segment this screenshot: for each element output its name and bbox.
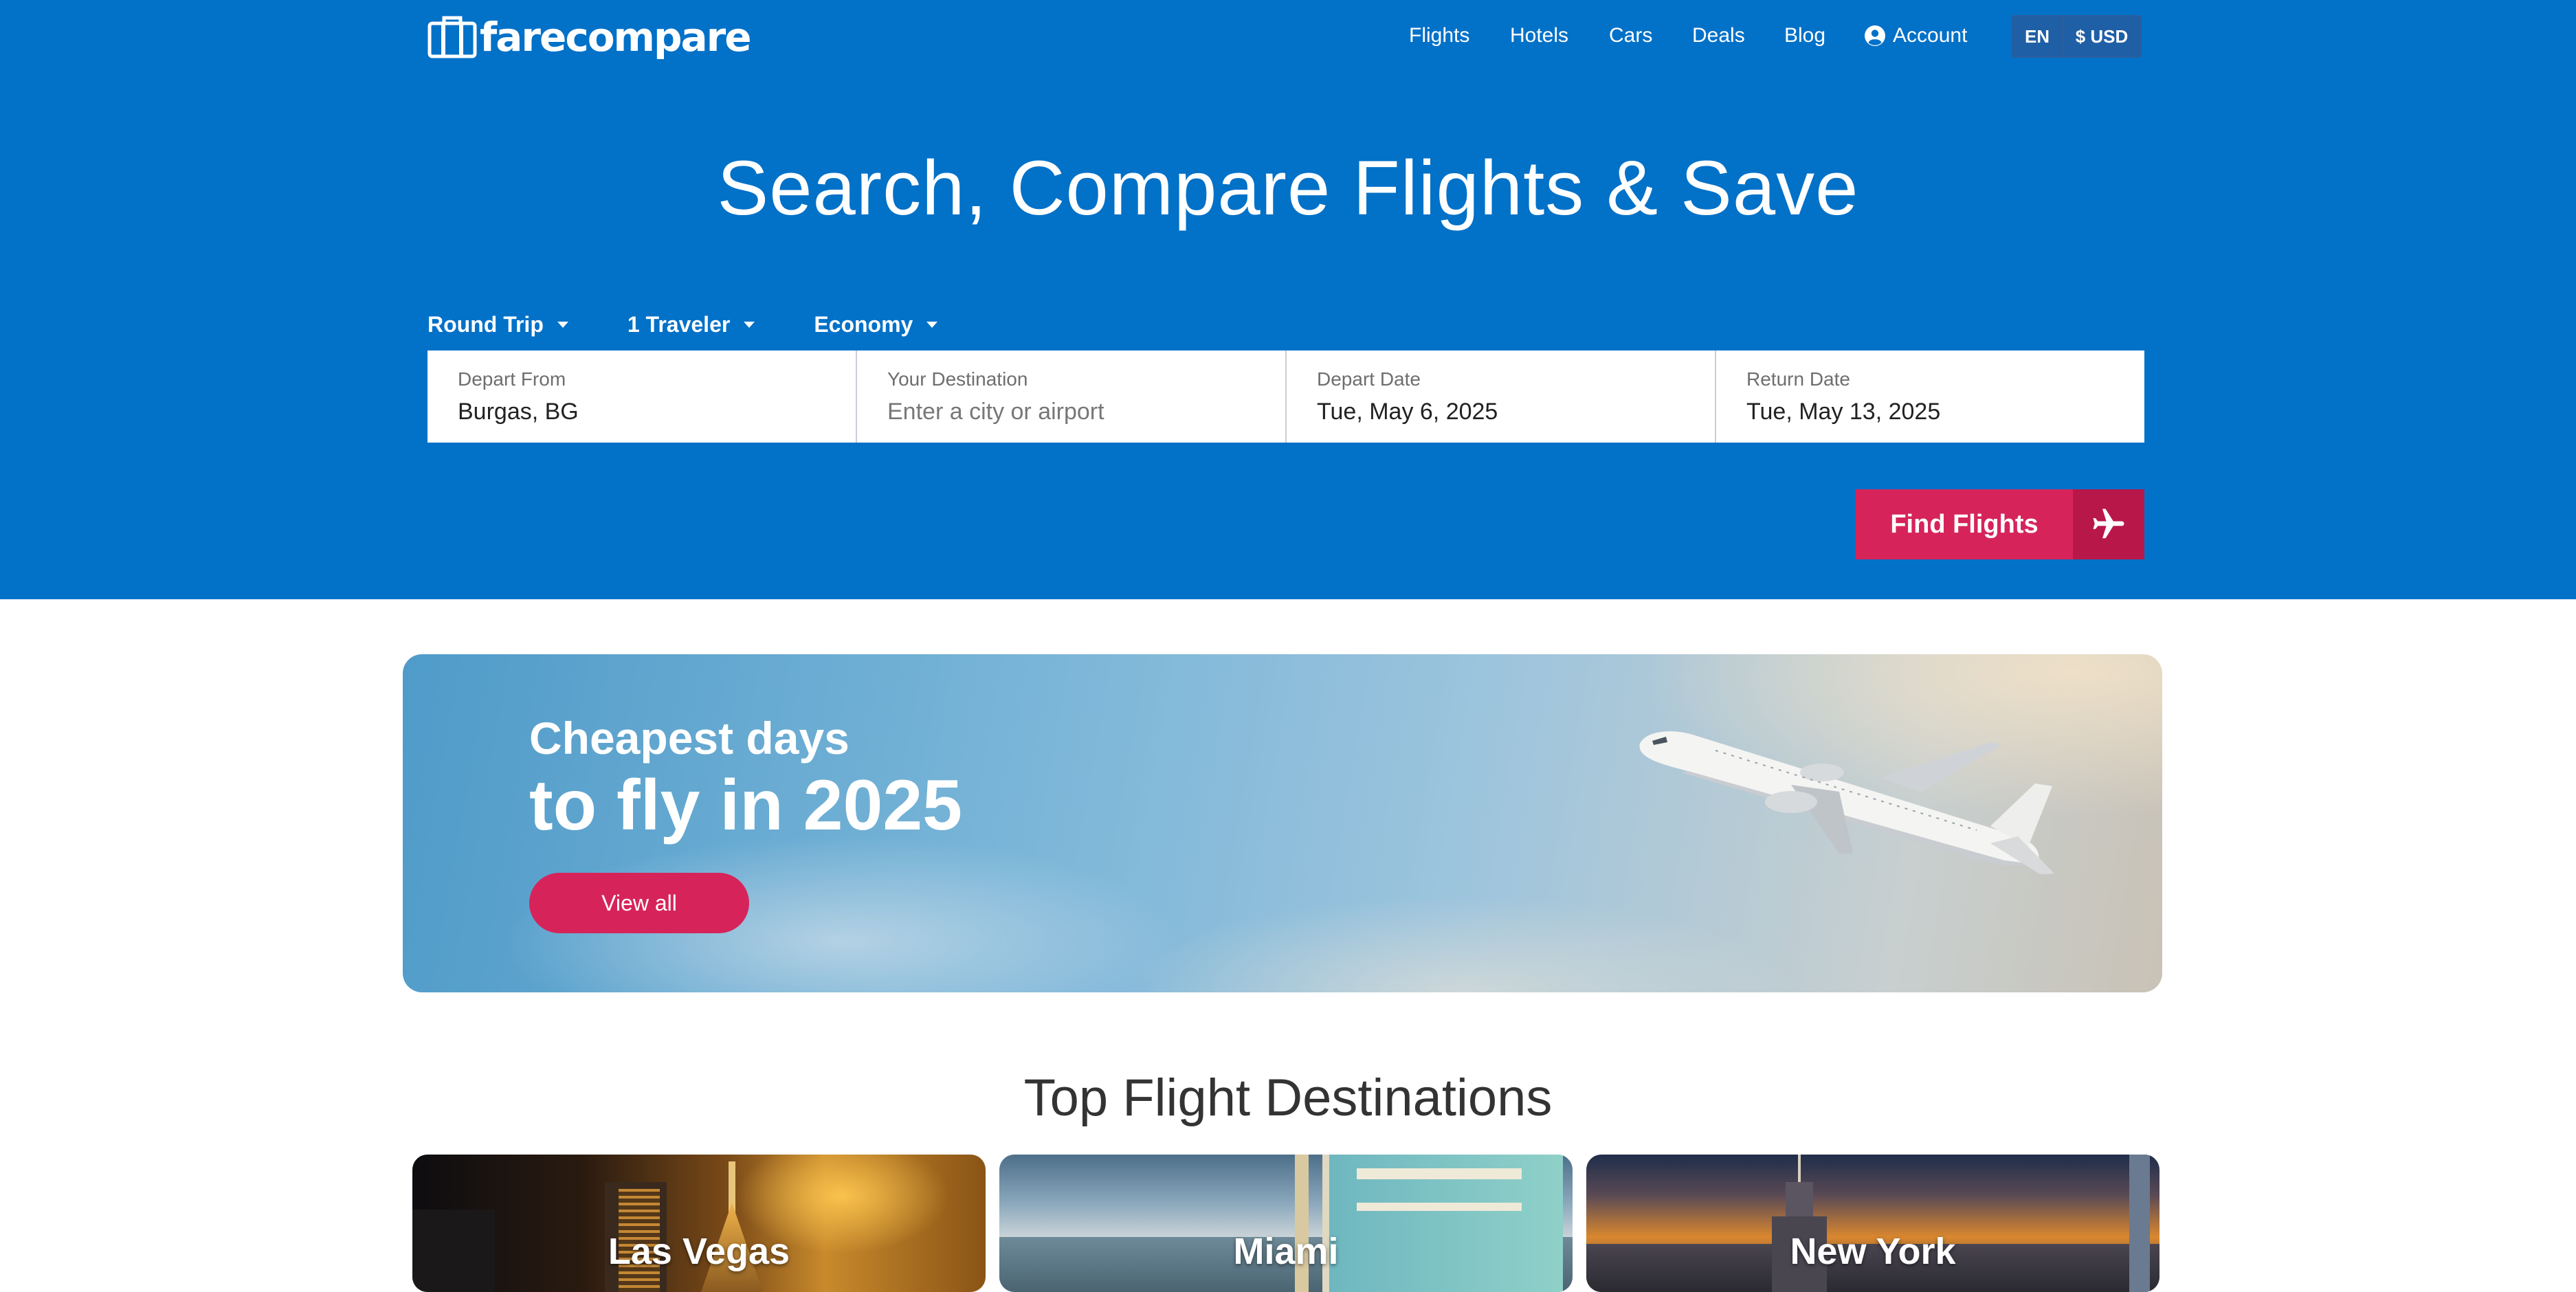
- cabin-class-label: Economy: [814, 311, 913, 337]
- airplane-photo: [1639, 731, 2054, 874]
- depart-date-label: Depart Date: [1317, 368, 1421, 390]
- nav-slot-hotels: Hotels: [1510, 16, 1568, 55]
- destination-name: New York: [1790, 1231, 1956, 1272]
- page-title: Search, Compare Flights & Save: [717, 145, 1859, 231]
- trip-type-dropdown[interactable]: Round Trip: [428, 312, 568, 337]
- nav-slot-deals: Deals: [1692, 16, 1745, 55]
- brand-logo[interactable]: farecompare: [428, 12, 752, 62]
- suitcase-icon: [428, 16, 477, 58]
- chevron-down-icon: [557, 321, 568, 328]
- destination-input[interactable]: [887, 396, 1255, 427]
- trip-type-label: Round Trip: [428, 311, 544, 337]
- locale-switcher: EN $ USD: [2011, 15, 2142, 58]
- return-date-value: Tue, May 13, 2025: [1746, 399, 1941, 425]
- depart-from-label: Depart From: [458, 368, 566, 390]
- flight-search-form: Depart From Burgas, BG Your Destination …: [428, 350, 2144, 443]
- chevron-down-icon: [744, 321, 755, 328]
- cheapest-days-banner: Cheapest days to fly in 2025 View all: [403, 654, 2162, 992]
- travelers-label: 1 Traveler: [627, 311, 731, 337]
- hero-section: farecompare Flights Hotels Cars Deals Bl…: [0, 0, 2576, 599]
- nav-account[interactable]: Account: [1864, 24, 1967, 47]
- depart-date-field[interactable]: Depart Date Tue, May 6, 2025: [1287, 350, 1716, 443]
- depart-from-field[interactable]: Depart From Burgas, BG: [428, 350, 857, 443]
- destination-label: Your Destination: [887, 368, 1028, 390]
- account-label: Account: [1893, 24, 1968, 47]
- nav-slot-cars: Cars: [1609, 16, 1652, 55]
- user-icon: [1865, 25, 1885, 46]
- banner-heading-line2: to fly in 2025: [529, 766, 962, 845]
- nav-deals[interactable]: Deals: [1692, 24, 1745, 47]
- view-all-button[interactable]: View all: [529, 873, 749, 933]
- depart-from-value: Burgas, BG: [458, 399, 579, 425]
- nav-slot-blog: Blog: [1784, 16, 1825, 55]
- banner-heading-line1: Cheapest days: [529, 713, 850, 764]
- main-nav: Flights: [1409, 16, 1469, 55]
- return-date-label: Return Date: [1746, 368, 1850, 390]
- destination-name: Las Vegas: [608, 1231, 790, 1272]
- destination-card-las-vegas[interactable]: Las Vegas: [412, 1155, 986, 1292]
- nav-hotels[interactable]: Hotels: [1510, 24, 1568, 47]
- brand-name: farecompare: [480, 14, 752, 60]
- top-destinations-title: Top Flight Destinations: [1023, 1069, 1553, 1127]
- destination-card-new-york[interactable]: New York: [1586, 1155, 2159, 1292]
- currency-button[interactable]: $ USD: [2063, 16, 2140, 56]
- destination-name: Miami: [1233, 1231, 1339, 1272]
- destination-field[interactable]: Your Destination: [857, 350, 1287, 443]
- nav-slot-account: Account: [1864, 16, 1967, 55]
- nav-flights[interactable]: Flights: [1409, 24, 1469, 47]
- nav-cars[interactable]: Cars: [1609, 24, 1652, 47]
- return-date-field[interactable]: Return Date Tue, May 13, 2025: [1716, 350, 2144, 443]
- destination-card-miami[interactable]: Miami: [999, 1155, 1573, 1292]
- travelers-dropdown[interactable]: 1 Traveler: [628, 312, 755, 337]
- cabin-class-dropdown[interactable]: Economy: [814, 311, 938, 337]
- chevron-down-icon: [926, 321, 938, 328]
- depart-date-value: Tue, May 6, 2025: [1317, 399, 1498, 425]
- nav-blog[interactable]: Blog: [1784, 24, 1825, 47]
- find-flights-button[interactable]: Find Flights: [1856, 489, 2144, 559]
- language-button[interactable]: EN: [2012, 16, 2063, 56]
- find-flights-label: Find Flights: [1890, 509, 2039, 539]
- search-options: Round Trip 1 Traveler Economy: [428, 308, 997, 341]
- airplane-icon: [2073, 489, 2144, 559]
